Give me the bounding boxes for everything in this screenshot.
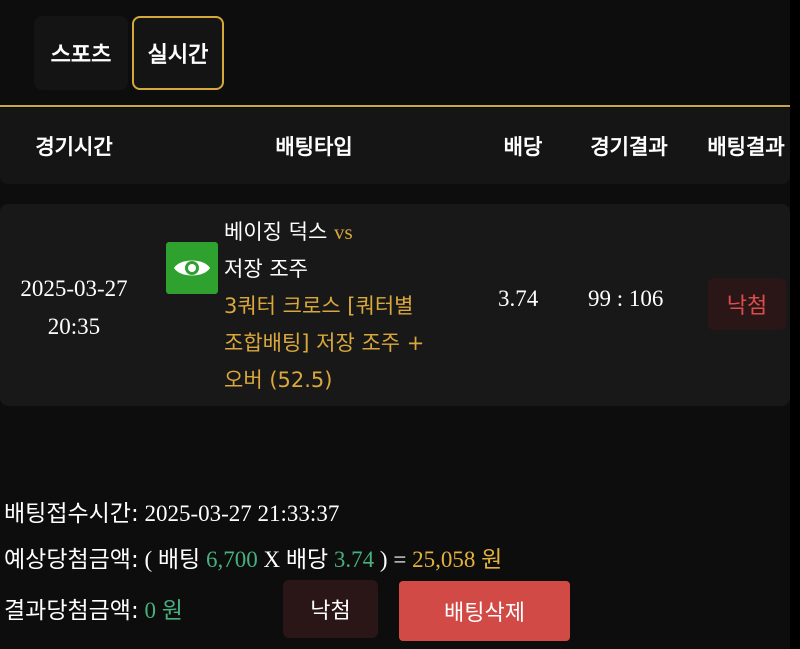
row-odds: 3.74 [498, 286, 539, 311]
result-unit: 원 [161, 598, 183, 624]
odds-value: 3.74 [333, 547, 375, 572]
bet-detail-line1: 3쿼터 크로스 [쿼터별 [224, 294, 414, 318]
result-label: 결과당첨금액: [4, 598, 139, 624]
bet-type: 베이징 덕스 vs 저장 조주 3쿼터 크로스 [쿼터별 조합배팅] 저장 조주… [224, 214, 464, 399]
expected-label: 예상당첨금액: [4, 547, 139, 573]
open-paren: ( [144, 547, 153, 572]
odds-word: 배당 [285, 547, 329, 573]
game-time: 2025-03-27 20:35 [10, 270, 138, 346]
times-sign: X [263, 547, 281, 572]
away-team: 저장 조주 [224, 257, 308, 281]
game-clock: 20:35 [47, 314, 101, 339]
expected-unit: 원 [481, 547, 503, 573]
match-line: 베이징 덕스 vs [224, 214, 464, 251]
tab-live[interactable]: 실시간 [132, 16, 224, 90]
bet-result-badge: 낙첨 [708, 278, 786, 330]
status-button[interactable]: 낙첨 [283, 580, 378, 638]
header-bet-result: 배팅결과 [707, 135, 785, 159]
expected-amount: 25,058 [412, 547, 476, 572]
bet-amount: 6,700 [205, 547, 258, 572]
received-time-line: 배팅접수시간: 2025-03-27 21:33:37 [4, 494, 339, 528]
header-bet-type: 배팅타입 [275, 135, 353, 159]
tab-divider [0, 105, 790, 107]
eye-icon [174, 260, 210, 276]
header-odds: 배당 [503, 135, 543, 159]
result-amount: 0 [144, 598, 156, 623]
right-edge-bar [790, 0, 800, 649]
received-label: 배팅접수시간: [4, 501, 139, 527]
tab-sports[interactable]: 스포츠 [34, 16, 128, 90]
delete-bet-button[interactable]: 배팅삭제 [399, 581, 570, 641]
game-date: 2025-03-27 [20, 276, 128, 301]
received-value: 2025-03-27 21:33:37 [144, 501, 340, 526]
header-game-result: 경기결과 [590, 135, 668, 159]
close-equals: ) = [379, 547, 407, 572]
bet-detail-line3: 오버 (52.5) [224, 368, 333, 392]
view-details-button[interactable] [166, 242, 218, 294]
row-score: 99 : 106 [588, 286, 664, 311]
bet-detail-line2: 조합배팅] 저장 조주 + [224, 331, 425, 355]
vs-label: vs [333, 220, 353, 244]
home-team: 베이징 덕스 [224, 220, 328, 244]
header-game-time: 경기시간 [35, 135, 113, 159]
table-row: 2025-03-27 20:35 베이징 덕스 vs 저장 조주 3쿼터 크로스… [0, 204, 790, 406]
expected-win-line: 예상당첨금액: ( 배팅 6,700 X 배당 3.74 ) = 25,058 … [4, 540, 502, 574]
bet-word: 배팅 [157, 547, 201, 573]
table-header: 경기시간 배팅타입 배당 경기결과 배팅결과 [0, 108, 790, 184]
result-win-line: 결과당첨금액: 0 원 [4, 591, 183, 625]
